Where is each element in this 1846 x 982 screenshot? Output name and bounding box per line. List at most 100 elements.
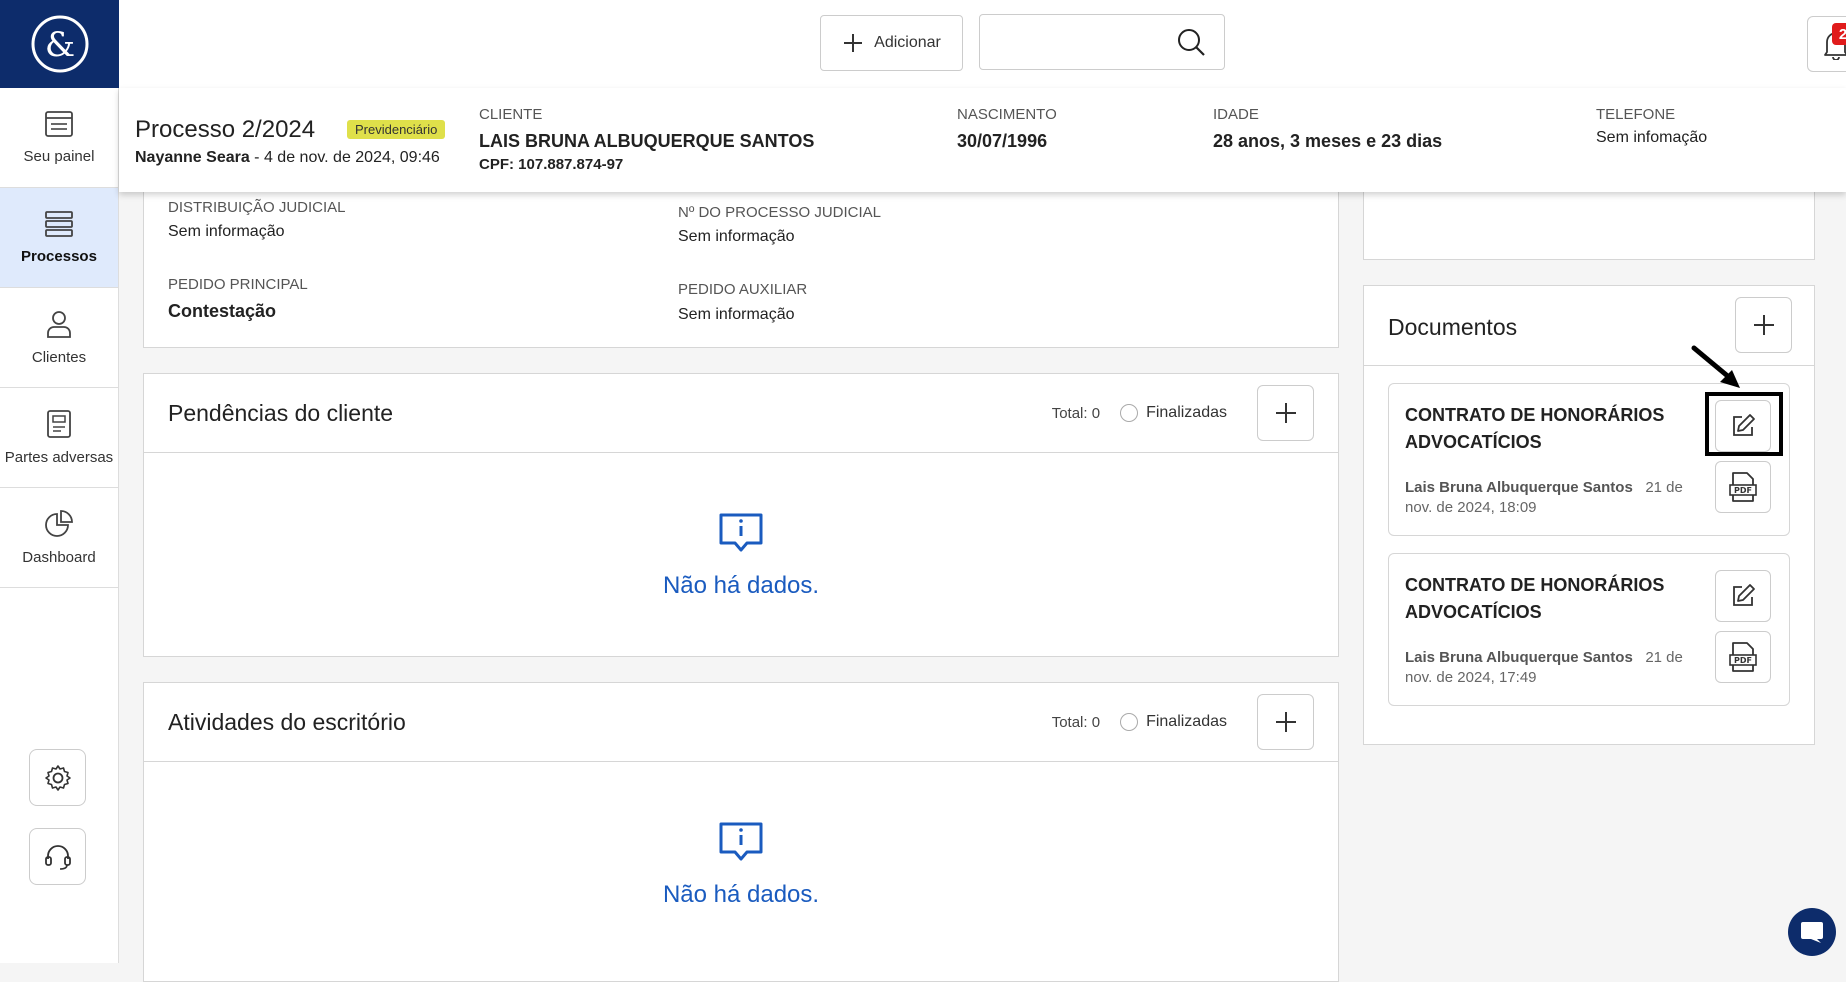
search-box[interactable] xyxy=(979,14,1225,70)
section-title: Documentos xyxy=(1388,314,1517,341)
age-label: IDADE xyxy=(1213,106,1442,123)
sidebar-item-dashboard[interactable]: Dashboard xyxy=(0,488,118,588)
add-button[interactable]: Adicionar xyxy=(820,15,963,71)
section-title: Pendências do cliente xyxy=(168,400,393,427)
edit-icon xyxy=(1730,583,1756,609)
add-button-label: Adicionar xyxy=(874,34,941,52)
pie-chart-icon xyxy=(44,509,74,539)
logo[interactable]: & xyxy=(0,0,119,88)
phone-value: Sem infomação xyxy=(1596,129,1707,147)
document-title: CONTRATO DE HONORÁRIOS ADVOCATÍCIOS xyxy=(1405,572,1675,626)
radio-button[interactable] xyxy=(1120,404,1138,422)
gear-icon xyxy=(43,763,73,793)
sidebar-item-partes-adversas[interactable]: Partes adversas xyxy=(0,388,118,488)
sidebar-item-processos[interactable]: Processos xyxy=(0,188,118,288)
pendencias-card: Pendências do cliente Total: 0 Finalizad… xyxy=(143,373,1339,657)
empty-state: Não há dados. xyxy=(144,821,1338,909)
sidebar-item-seu-painel[interactable]: Seu painel xyxy=(0,88,118,188)
sidebar-item-label: Dashboard xyxy=(22,549,95,566)
user-icon xyxy=(44,309,74,339)
document-meta: Lais Bruna Albuquerque Santos 21 de nov.… xyxy=(1405,648,1695,688)
svg-text:&: & xyxy=(44,25,74,65)
distribuicao-value: Sem informação xyxy=(168,223,285,241)
divider xyxy=(144,452,1338,453)
section-controls: Total: 0 Finalizadas xyxy=(1052,694,1314,750)
notification-badge: 2 xyxy=(1832,23,1846,45)
top-bar: Adicionar 2 L xyxy=(119,0,1846,88)
svg-text:PDF: PDF xyxy=(1734,486,1752,495)
notifications-button[interactable]: 2 xyxy=(1807,16,1846,72)
sidebar-item-label: Processos xyxy=(21,248,97,265)
document-meta: Lais Bruna Albuquerque Santos 21 de nov.… xyxy=(1405,478,1695,518)
birth-value: 30/07/1996 xyxy=(957,131,1057,152)
sidebar-item-label: Seu painel xyxy=(24,148,95,165)
page-title: Processo 2/2024 xyxy=(135,116,315,144)
total-count: Total: 0 xyxy=(1052,714,1100,731)
dashboard-list-icon xyxy=(44,110,74,138)
pdf-download-button[interactable]: PDF xyxy=(1715,631,1771,683)
process-meta: Nayanne Seara - 4 de nov. de 2024, 09:46 xyxy=(135,149,440,167)
phone-label: TELEFONE xyxy=(1596,106,1707,123)
document-item[interactable]: CONTRATO DE HONORÁRIOS ADVOCATÍCIOS Lais… xyxy=(1388,553,1790,706)
process-datetime: - 4 de nov. de 2024, 09:46 xyxy=(250,149,440,166)
client-field: CLIENTE LAIS BRUNA ALBUQUERQUE SANTOS CP… xyxy=(479,106,814,173)
pedido-auxiliar-label: PEDIDO AUXILIAR xyxy=(678,281,807,298)
section-title: Atividades do escritório xyxy=(168,709,406,736)
pdf-file-icon: PDF xyxy=(1728,471,1758,503)
pdf-download-button[interactable]: PDF xyxy=(1715,461,1771,513)
svg-text:PDF: PDF xyxy=(1734,656,1752,665)
document-author: Lais Bruna Albuquerque Santos xyxy=(1405,649,1633,666)
pdf-file-icon: PDF xyxy=(1728,641,1758,673)
info-message-icon xyxy=(718,821,764,863)
sidebar: & Seu painel Processos Clientes Partes a… xyxy=(0,0,119,963)
age-value: 28 anos, 3 meses e 23 dias xyxy=(1213,131,1442,152)
client-cpf: CPF: 107.887.874-97 xyxy=(479,156,814,173)
edit-document-button[interactable] xyxy=(1715,570,1771,622)
sidebar-item-label: Partes adversas xyxy=(5,449,113,466)
num-processo-value: Sem informação xyxy=(678,228,795,246)
process-header: Processo 2/2024 Previdenciário Nayanne S… xyxy=(119,88,1846,192)
add-pendencia-button[interactable] xyxy=(1257,385,1314,441)
add-atividade-button[interactable] xyxy=(1257,694,1314,750)
finalizadas-toggle[interactable]: Finalizadas xyxy=(1120,713,1227,731)
document-icon xyxy=(46,409,72,439)
finalizadas-label: Finalizadas xyxy=(1146,713,1227,731)
pedido-principal-value: Contestação xyxy=(168,301,276,322)
section-controls: Total: 0 Finalizadas xyxy=(1052,385,1314,441)
num-processo-label: Nº DO PROCESSO JUDICIAL xyxy=(678,204,881,221)
document-author: Lais Bruna Albuquerque Santos xyxy=(1405,479,1633,496)
document-title: CONTRATO DE HONORÁRIOS ADVOCATÍCIOS xyxy=(1405,402,1675,456)
empty-message: Não há dados. xyxy=(663,572,819,600)
atividades-card: Atividades do escritório Total: 0 Finali… xyxy=(143,682,1339,982)
support-button[interactable] xyxy=(29,828,86,885)
radio-button[interactable] xyxy=(1120,713,1138,731)
chat-icon xyxy=(1799,919,1825,945)
documentos-card: Documentos CONTRATO DE HONORÁRIOS ADVOCA… xyxy=(1363,285,1815,745)
info-message-icon xyxy=(718,512,764,554)
plus-icon xyxy=(1274,401,1298,425)
empty-message: Não há dados. xyxy=(663,881,819,909)
chat-button[interactable] xyxy=(1788,908,1836,956)
search-icon[interactable] xyxy=(1176,27,1206,57)
highlight-box xyxy=(1705,392,1783,456)
arrow-annotation-icon xyxy=(1690,344,1746,394)
sidebar-item-clientes[interactable]: Clientes xyxy=(0,288,118,388)
process-author: Nayanne Seara xyxy=(135,149,250,166)
pedido-auxiliar-value: Sem informação xyxy=(678,306,795,324)
birth-label: NASCIMENTO xyxy=(957,106,1057,123)
sidebar-item-label: Clientes xyxy=(32,349,86,366)
plus-icon xyxy=(842,32,864,54)
client-name[interactable]: LAIS BRUNA ALBUQUERQUE SANTOS xyxy=(479,131,814,152)
pedido-principal-label: PEDIDO PRINCIPAL xyxy=(168,276,308,293)
total-count: Total: 0 xyxy=(1052,405,1100,422)
settings-button[interactable] xyxy=(29,749,86,806)
divider xyxy=(144,761,1338,762)
headset-icon xyxy=(43,842,73,872)
phone-field: TELEFONE Sem infomação xyxy=(1596,106,1707,147)
age-field: IDADE 28 anos, 3 meses e 23 dias xyxy=(1213,106,1442,152)
distribuicao-label: DISTRIBUIÇÃO JUDICIAL xyxy=(168,199,346,216)
finalizadas-label: Finalizadas xyxy=(1146,404,1227,422)
finalizadas-toggle[interactable]: Finalizadas xyxy=(1120,404,1227,422)
ampersand-logo-icon: & xyxy=(30,14,90,74)
stack-icon xyxy=(44,210,74,238)
